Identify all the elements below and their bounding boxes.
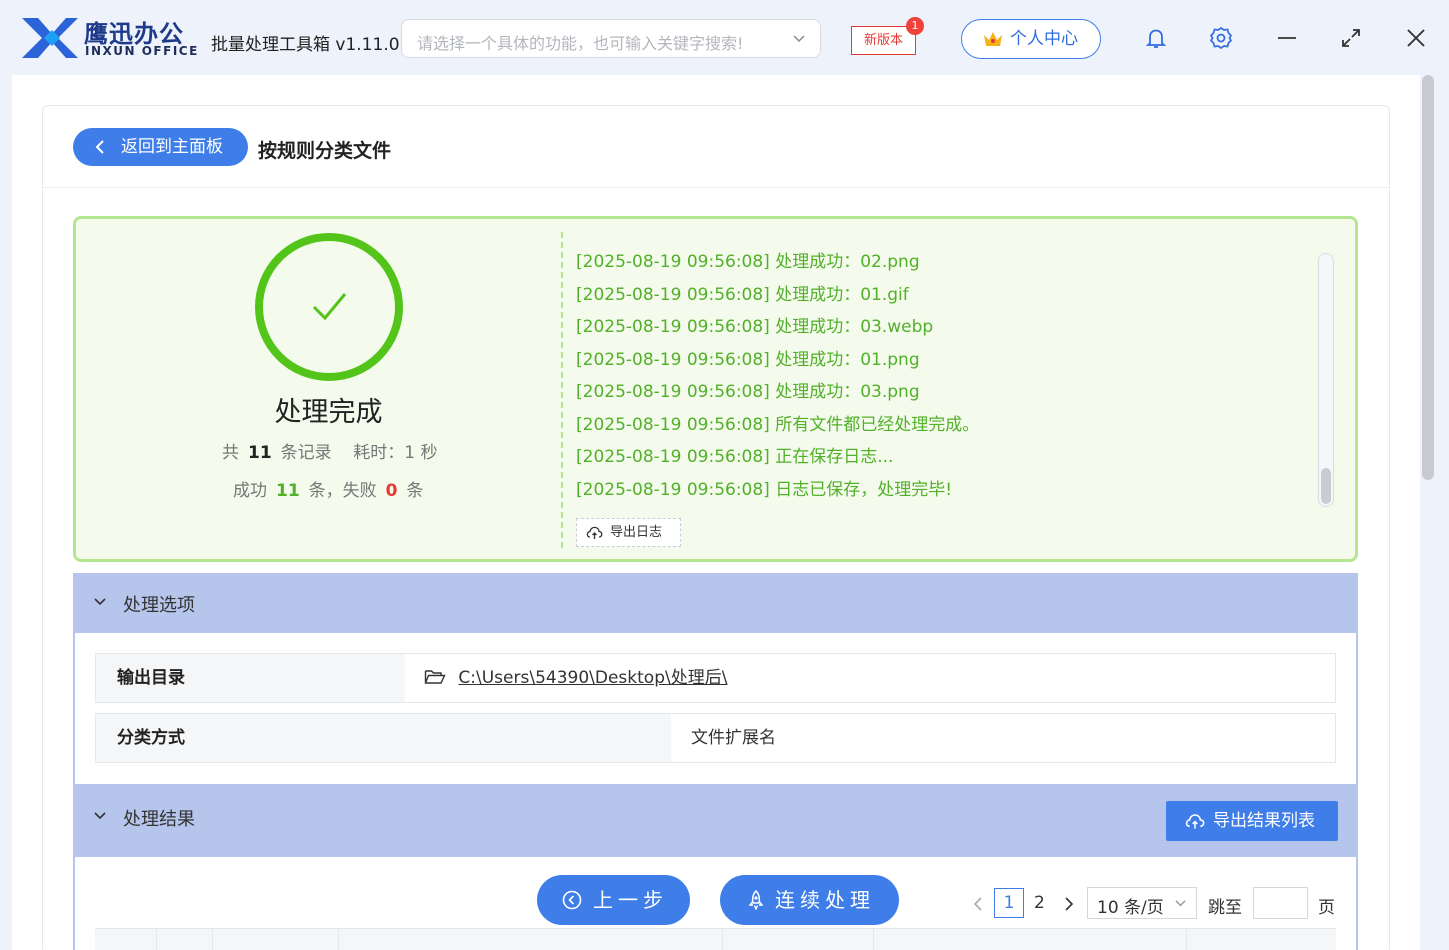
chevron-down-icon[interactable] bbox=[792, 29, 806, 49]
output-dir-row: 输出目录 C:\Users\54390\Desktop\处理后\ bbox=[95, 653, 1336, 703]
back-label: 返回到主面板 bbox=[121, 137, 223, 157]
results-table-header bbox=[95, 928, 1336, 950]
output-dir-value-wrap[interactable]: C:\Users\54390\Desktop\处理后\ bbox=[424, 654, 727, 702]
cloud-upload-icon bbox=[586, 526, 603, 539]
page-title: 按规则分类文件 bbox=[258, 140, 392, 162]
close-icon[interactable] bbox=[1403, 25, 1429, 51]
fail-count: 0 bbox=[385, 481, 398, 501]
total-suffix: 条记录 bbox=[280, 443, 332, 463]
cloud-upload-icon bbox=[1185, 814, 1205, 829]
log-scrollbar-thumb[interactable] bbox=[1321, 468, 1331, 504]
export-log-button[interactable]: 导出日志 bbox=[576, 518, 681, 547]
log-line: [2025-08-19 09:56:08] 处理成功：03.png bbox=[576, 382, 920, 402]
prev-step-button[interactable]: 上一步 bbox=[537, 875, 690, 925]
maximize-icon[interactable] bbox=[1338, 25, 1364, 51]
prev-step-label: 上一步 bbox=[593, 888, 668, 912]
record-summary: 共 11 条记录 耗时：1 秒 bbox=[222, 438, 438, 463]
log-line: [2025-08-19 09:56:08] 处理成功：01.gif bbox=[576, 284, 909, 305]
brand-name-en: INXUN OFFICE bbox=[85, 44, 199, 58]
clock-back-icon bbox=[562, 890, 582, 910]
rocket-icon bbox=[748, 890, 764, 910]
log-line: [2025-08-19 09:56:08] 处理成功：01.png bbox=[576, 349, 920, 370]
app-title: 批量处理工具箱 v1.11.0 bbox=[211, 35, 400, 55]
pagination-prev[interactable] bbox=[972, 896, 984, 912]
log-line: [2025-08-19 09:56:08] 所有文件都已经处理完成。 bbox=[576, 414, 980, 435]
new-version-label: 新版本 bbox=[863, 33, 903, 48]
total-count: 11 bbox=[248, 443, 272, 463]
pagination-next[interactable] bbox=[1063, 896, 1075, 912]
back-to-main-button[interactable]: 返回到主面板 bbox=[73, 128, 248, 166]
export-results-button[interactable]: 导出结果列表 bbox=[1166, 801, 1338, 841]
log-line: [2025-08-19 09:56:08] 正在保存日志... bbox=[576, 447, 894, 467]
new-version-button[interactable]: 新版本 1 bbox=[851, 17, 924, 55]
window-scrollbar-thumb[interactable] bbox=[1422, 75, 1434, 480]
check-circle-icon bbox=[255, 233, 403, 381]
continue-process-button[interactable]: 连续处理 bbox=[720, 875, 899, 925]
result-divider bbox=[561, 232, 563, 548]
pagination-page-1[interactable]: 1 bbox=[994, 888, 1024, 918]
personal-center-button[interactable]: 个人中心 bbox=[961, 19, 1101, 59]
log-line: [2025-08-19 09:56:08] 日志已保存，处理完毕! bbox=[576, 479, 953, 500]
log-list: [2025-08-19 09:56:08] 处理成功：02.png [2025-… bbox=[576, 249, 979, 509]
total-prefix: 共 bbox=[222, 443, 239, 463]
classify-label: 分类方式 bbox=[96, 714, 671, 762]
minimize-icon[interactable] bbox=[1274, 25, 1300, 51]
goto-page-input[interactable] bbox=[1253, 887, 1308, 919]
success-summary: 成功 11 条，失败 0 条 bbox=[233, 476, 424, 501]
success-suffix: 条，失败 bbox=[308, 481, 377, 501]
window-scrollbar[interactable] bbox=[1420, 75, 1436, 935]
personal-center-label: 个人中心 bbox=[1010, 29, 1078, 49]
chevron-down-icon[interactable] bbox=[93, 809, 107, 823]
chevron-down-icon[interactable] bbox=[93, 595, 107, 609]
pagination-page-2[interactable]: 2 bbox=[1034, 893, 1045, 913]
log-line: [2025-08-19 09:56:08] 处理成功：03.webp bbox=[576, 317, 934, 337]
header-divider bbox=[43, 187, 1389, 188]
title-bar: 鹰迅办公 INXUN OFFICE 批量处理工具箱 v1.11.0 请选择一个具… bbox=[0, 0, 1449, 75]
success-count: 11 bbox=[276, 481, 300, 501]
classify-row: 分类方式 文件扩展名 bbox=[95, 713, 1336, 763]
log-scrollbar[interactable] bbox=[1318, 253, 1334, 507]
page-size-value: 10 条/页 bbox=[1097, 898, 1164, 918]
bell-icon[interactable] bbox=[1143, 25, 1169, 51]
search-placeholder: 请选择一个具体的功能，也可输入关键字搜索! bbox=[417, 34, 744, 53]
fail-suffix: 条 bbox=[406, 481, 424, 501]
results-section-title: 处理结果 bbox=[123, 809, 195, 830]
output-dir-label: 输出目录 bbox=[96, 654, 405, 702]
status-title: 处理完成 bbox=[274, 397, 383, 428]
crown-icon bbox=[984, 32, 1002, 46]
chevron-down-icon bbox=[1175, 900, 1186, 907]
page-size-select[interactable]: 10 条/页 bbox=[1087, 887, 1197, 919]
success-prefix: 成功 bbox=[233, 481, 267, 501]
search-input[interactable]: 请选择一个具体的功能，也可输入关键字搜索! bbox=[401, 19, 821, 58]
back-chevron-icon bbox=[95, 140, 104, 154]
options-section-title: 处理选项 bbox=[123, 595, 195, 616]
new-version-badge: 1 bbox=[906, 17, 924, 35]
output-dir-link[interactable]: C:\Users\54390\Desktop\处理后\ bbox=[458, 668, 727, 688]
logo-x-icon bbox=[22, 18, 78, 58]
elapsed-time: 耗时：1 秒 bbox=[353, 443, 438, 463]
export-log-label: 导出日志 bbox=[610, 525, 663, 540]
log-line: [2025-08-19 09:56:08] 处理成功：02.png bbox=[576, 252, 920, 272]
folder-open-icon bbox=[424, 670, 446, 684]
gear-icon[interactable] bbox=[1208, 25, 1234, 51]
export-results-label: 导出结果列表 bbox=[1213, 811, 1315, 831]
goto-label: 跳至 bbox=[1208, 898, 1242, 918]
options-section-header[interactable]: 处理选项 bbox=[73, 573, 1358, 633]
classify-value: 文件扩展名 bbox=[691, 728, 776, 748]
page-suffix: 页 bbox=[1318, 898, 1335, 918]
continue-process-label: 连续处理 bbox=[775, 888, 875, 912]
